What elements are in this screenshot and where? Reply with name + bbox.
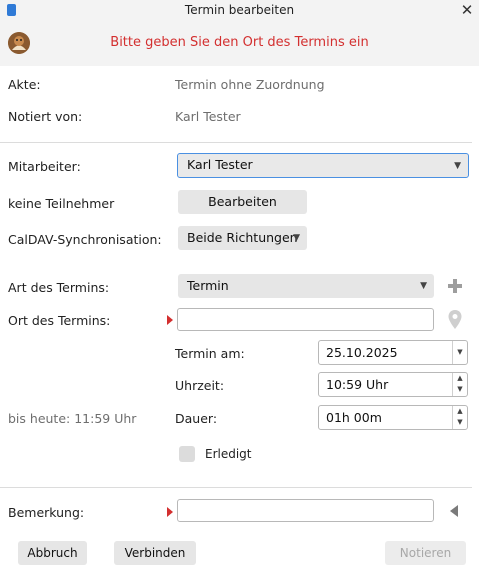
akte-label: Akte: bbox=[8, 77, 41, 92]
window-title: Termin bearbeiten bbox=[184, 3, 295, 17]
caldav-label: CalDAV-Synchronisation: bbox=[8, 232, 162, 247]
abbruch-button[interactable]: Abbruch bbox=[18, 541, 87, 565]
divider bbox=[0, 487, 472, 488]
art-value: Termin bbox=[187, 278, 229, 293]
required-marker-icon bbox=[167, 507, 173, 517]
mitarbeiter-label: Mitarbeiter: bbox=[8, 159, 81, 174]
chevron-down-icon: ▼ bbox=[420, 281, 427, 291]
validation-message: Bitte geben Sie den Ort des Termins ein bbox=[110, 35, 369, 50]
dauer-label: Dauer: bbox=[175, 411, 218, 426]
dauer-stepper[interactable]: 01h 00m ▲ ▼ bbox=[318, 405, 468, 430]
bemerkung-label: Bemerkung: bbox=[8, 505, 85, 520]
caldav-value: Beide Richtungen bbox=[187, 230, 298, 245]
stepper-arrows-icon[interactable]: ▲ ▼ bbox=[452, 406, 467, 429]
chevron-down-icon: ▼ bbox=[454, 160, 461, 171]
bis-heute-label: bis heute: 11:59 Uhr bbox=[8, 411, 137, 426]
mitarbeiter-select[interactable]: Karl Tester ▼ bbox=[177, 153, 469, 178]
erledigt-checkbox[interactable] bbox=[179, 446, 195, 462]
triangle-left-icon[interactable] bbox=[449, 504, 459, 518]
verbinden-button[interactable]: Verbinden bbox=[114, 541, 196, 565]
caldav-select[interactable]: Beide Richtungen ▼ bbox=[178, 226, 307, 250]
notiert-label: Notiert von: bbox=[8, 109, 83, 124]
teilnehmer-label: keine Teilnehmer bbox=[8, 196, 115, 211]
uhrzeit-label: Uhrzeit: bbox=[175, 378, 225, 393]
termin-am-value: 25.10.2025 bbox=[326, 345, 398, 360]
chevron-down-icon: ▼ bbox=[293, 233, 300, 243]
stepper-arrows-icon[interactable]: ▲ ▼ bbox=[452, 373, 467, 396]
uhrzeit-stepper[interactable]: 10:59 Uhr ▲ ▼ bbox=[318, 372, 468, 397]
required-marker-icon bbox=[167, 315, 173, 325]
art-label: Art des Termins: bbox=[8, 280, 110, 295]
divider bbox=[0, 142, 472, 143]
notiert-value: Karl Tester bbox=[175, 109, 241, 124]
bearbeiten-button[interactable]: Bearbeiten bbox=[178, 190, 307, 214]
close-icon[interactable]: ✕ bbox=[459, 0, 475, 20]
ort-input[interactable] bbox=[177, 308, 434, 331]
notieren-button[interactable]: Notieren bbox=[385, 541, 466, 565]
map-pin-icon[interactable] bbox=[447, 309, 463, 331]
mitarbeiter-value: Karl Tester bbox=[187, 157, 253, 172]
ort-label: Ort des Termins: bbox=[8, 313, 111, 328]
akte-value: Termin ohne Zuordnung bbox=[175, 77, 325, 92]
plus-icon[interactable] bbox=[447, 278, 463, 294]
dauer-value: 01h 00m bbox=[326, 410, 382, 425]
art-select[interactable]: Termin ▼ bbox=[178, 274, 434, 298]
termin-am-field[interactable]: 25.10.2025 ▼ bbox=[318, 340, 468, 365]
termin-am-label: Termin am: bbox=[175, 346, 245, 361]
chevron-down-icon[interactable]: ▼ bbox=[452, 341, 467, 364]
uhrzeit-value: 10:59 Uhr bbox=[326, 377, 389, 392]
erledigt-label: Erledigt bbox=[205, 447, 252, 461]
bemerkung-input[interactable] bbox=[177, 499, 434, 522]
